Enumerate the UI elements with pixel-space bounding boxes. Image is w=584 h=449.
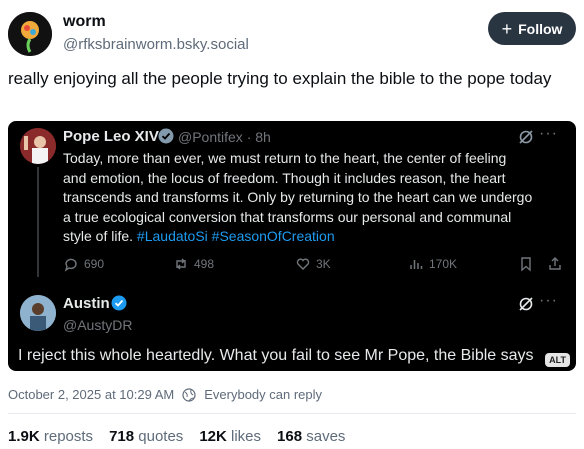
quoted-avatar bbox=[20, 128, 56, 164]
quoted-handle-time: @Pontifex · 8h bbox=[178, 129, 271, 145]
repost-action: 498 bbox=[173, 256, 214, 272]
reply-author-name: Austin bbox=[63, 295, 110, 312]
globe-icon bbox=[182, 387, 196, 402]
reposts-stat[interactable]: 1.9K reposts bbox=[8, 428, 93, 445]
reply-body: I reject this whole heartedly. What you … bbox=[18, 347, 534, 364]
thread-line bbox=[37, 167, 39, 277]
views-icon bbox=[410, 260, 423, 269]
likes-stat[interactable]: 12K likes bbox=[199, 428, 261, 445]
reply-avatar bbox=[20, 295, 56, 331]
quoted-body: Today, more than ever, we must return to… bbox=[63, 149, 533, 247]
verified-icon bbox=[158, 128, 174, 144]
likes-count: 12K bbox=[199, 428, 227, 445]
quoted-author-name: Pope Leo XIV bbox=[63, 128, 159, 145]
repost-icon bbox=[176, 258, 186, 270]
reply-setting[interactable]: Everybody can reply bbox=[204, 387, 322, 402]
views-count: 170K bbox=[429, 257, 458, 271]
saves-count: 168 bbox=[277, 428, 303, 445]
follow-button[interactable]: + Follow bbox=[488, 12, 576, 45]
post-header: worm @rfksbrainworm.bsky.social + Follow bbox=[8, 10, 576, 60]
alt-badge[interactable]: ALT bbox=[545, 353, 570, 367]
grok-icon bbox=[519, 130, 533, 144]
quotes-stat[interactable]: 718 quotes bbox=[109, 428, 183, 445]
heart-icon bbox=[296, 258, 310, 270]
post-timestamp[interactable]: October 2, 2025 at 10:29 AM bbox=[8, 387, 174, 402]
views-action: 170K bbox=[408, 256, 457, 272]
bookmark-icon bbox=[521, 257, 531, 272]
like-count: 3K bbox=[316, 257, 331, 271]
grok-icon bbox=[519, 297, 533, 311]
engagement-stats: 1.9K reposts 718 quotes 12K likes 168 sa… bbox=[8, 428, 345, 445]
reply-icon bbox=[64, 258, 77, 272]
plus-icon: + bbox=[501, 18, 513, 39]
saves-label: saves bbox=[306, 428, 346, 445]
share-icon bbox=[549, 257, 561, 270]
reply-handle: @AustyDR bbox=[63, 317, 133, 333]
follow-label: Follow bbox=[518, 20, 563, 37]
saves-stat[interactable]: 168 saves bbox=[277, 428, 345, 445]
post-text: really enjoying all the people trying to… bbox=[8, 69, 552, 88]
embedded-image[interactable]: Pope Leo XIV @Pontifex · 8h ··· Today, m… bbox=[8, 121, 576, 371]
reposts-count: 1.9K bbox=[8, 428, 40, 445]
repost-count: 498 bbox=[194, 257, 215, 271]
author-avatar[interactable] bbox=[8, 12, 52, 56]
verified-icon bbox=[111, 295, 127, 311]
like-action: 3K bbox=[295, 256, 331, 272]
more-icon: ··· bbox=[539, 125, 558, 142]
reposts-label: reposts bbox=[43, 428, 94, 445]
likes-label: likes bbox=[231, 428, 262, 445]
reply-action: 690 bbox=[63, 256, 104, 272]
post-meta: October 2, 2025 at 10:29 AM Everybody ca… bbox=[8, 387, 322, 402]
share-action bbox=[547, 256, 563, 272]
author-display-name[interactable]: worm bbox=[63, 13, 106, 31]
quoted-hashtags: #LaudatoSi #SeasonOfCreation bbox=[136, 228, 335, 244]
reply-count: 690 bbox=[84, 257, 105, 271]
quotes-count: 718 bbox=[109, 428, 135, 445]
author-handle[interactable]: @rfksbrainworm.bsky.social bbox=[63, 36, 249, 53]
more-icon: ··· bbox=[539, 292, 558, 309]
bookmark-action bbox=[518, 256, 534, 272]
divider bbox=[8, 413, 576, 414]
quoted-actions: 690 498 3K 170K bbox=[63, 256, 563, 274]
quotes-label: quotes bbox=[138, 428, 184, 445]
